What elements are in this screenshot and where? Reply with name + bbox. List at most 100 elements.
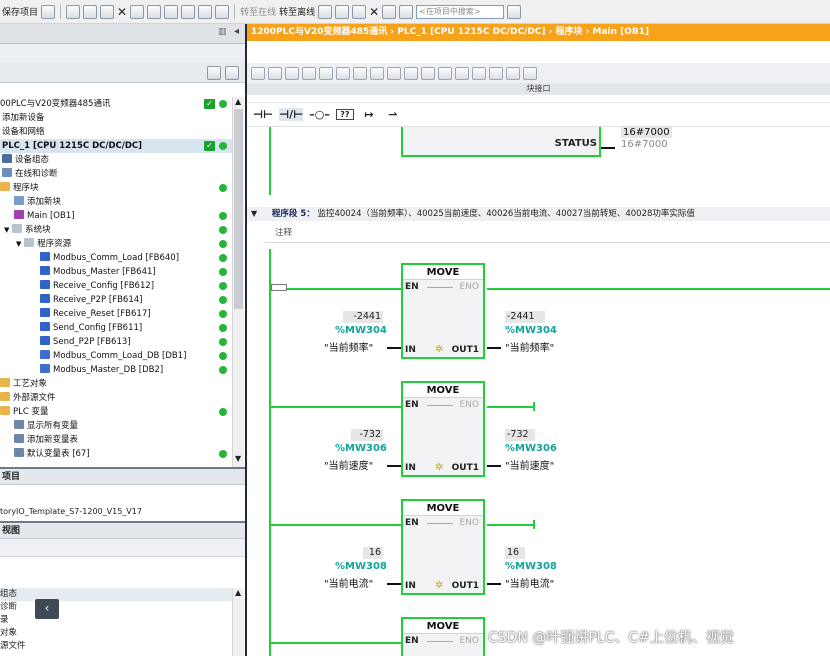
scroll-down-icon[interactable]: ▼	[235, 454, 241, 463]
split-vertical-icon[interactable]	[399, 4, 414, 19]
simulation-icon[interactable]	[215, 4, 230, 19]
chevron-down-icon[interactable]: ▼	[4, 226, 9, 234]
move-block-2[interactable]: MOVE EN ENO IN ✲ OUT1	[401, 381, 485, 477]
breakpoint-icon[interactable]	[489, 66, 503, 80]
stop-cpu-icon[interactable]	[352, 4, 367, 19]
start-cpu-icon[interactable]	[335, 4, 350, 19]
out-symbol[interactable]: "当前电流"	[505, 575, 554, 590]
move-block-4[interactable]: MOVE EN ENO	[401, 617, 485, 656]
split-horizontal-icon[interactable]	[382, 4, 397, 19]
delete-icon[interactable]: ✕	[117, 5, 127, 19]
accessible-devices-icon[interactable]	[318, 4, 333, 19]
network-5-header[interactable]: ▼ 程序段 5： 监控40024（当前频率）、40025当前速度、40026当前…	[247, 207, 830, 221]
toggle-comments-icon[interactable]	[404, 66, 418, 80]
tree-item-external-sources[interactable]: 外部源文件	[0, 391, 232, 405]
compare-icon[interactable]	[472, 66, 486, 80]
insert-network-icon[interactable]	[251, 66, 265, 80]
ladder-canvas[interactable]: STATUS 16#7000 16#7000 ▼ 程序段 5： 监控40024（…	[247, 127, 830, 656]
add-row-icon[interactable]	[302, 66, 316, 80]
overview-item[interactable]: 对象	[0, 627, 232, 640]
tree-item-project[interactable]: 00PLC与V20变频器485通讯 ✓	[0, 97, 232, 111]
save-project-button[interactable]: 保存项目	[2, 5, 38, 18]
paste-icon[interactable]	[100, 4, 115, 19]
delete-network-icon[interactable]	[268, 66, 282, 80]
close-all-networks-icon[interactable]	[353, 66, 367, 80]
tree-item-system-blocks[interactable]: ▼ 系统块	[0, 223, 232, 237]
upload-icon[interactable]	[198, 4, 213, 19]
details-view-header[interactable]: 项目	[0, 467, 245, 485]
open-all-networks-icon[interactable]	[336, 66, 350, 80]
close-icon[interactable]: ✕	[369, 5, 379, 19]
search-icon[interactable]	[507, 4, 522, 19]
cut-icon[interactable]	[66, 4, 81, 19]
tree-item-fb613[interactable]: Send_P2P [FB613]	[0, 335, 232, 349]
out-address[interactable]: %MW306	[505, 443, 557, 454]
empty-box-icon[interactable]: ??	[335, 109, 354, 120]
tree-item-fb611[interactable]: Send_Config [FB611]	[0, 321, 232, 335]
tree-item-db2[interactable]: Modbus_Master_DB [DB2]	[0, 363, 232, 377]
project-view-icon[interactable]	[207, 66, 221, 80]
tree-item-fb617[interactable]: Receive_Reset [FB617]	[0, 307, 232, 321]
pin-icon[interactable]: ▥	[218, 27, 227, 37]
normally-closed-contact-icon[interactable]: ⊣/⊢	[279, 108, 304, 121]
tree-item-show-all-tags[interactable]: 显示所有变量	[0, 419, 232, 433]
normally-open-contact-icon[interactable]: ⊣⊢	[253, 108, 273, 121]
overview-scrollbar[interactable]: ▲	[232, 588, 244, 656]
favorites-icon[interactable]	[387, 66, 401, 80]
network-comment[interactable]: 注释	[275, 226, 292, 238]
tree-item-db1[interactable]: Modbus_Comm_Load_DB [DB1]	[0, 349, 232, 363]
editor-breadcrumb[interactable]: 1200PLC与V20变频器485通讯 › PLC_1 [CPU 1215C D…	[247, 24, 830, 41]
out-symbol[interactable]: "当前速度"	[505, 457, 554, 472]
tree-item-add-block[interactable]: 添加新块	[0, 195, 232, 209]
insert-row-icon[interactable]	[285, 66, 299, 80]
in-symbol[interactable]: "当前频率"	[324, 339, 373, 354]
bookmark-icon[interactable]	[319, 66, 333, 80]
tree-item-main-ob1[interactable]: Main [OB1]	[0, 209, 232, 223]
tree-item-fb641[interactable]: Modbus_Master [FB641]	[0, 265, 232, 279]
chevron-down-icon[interactable]: ▼	[247, 209, 257, 218]
tree-item-plc-tags[interactable]: PLC 变量	[0, 405, 232, 419]
tree-options-icon[interactable]	[225, 66, 239, 80]
in-address[interactable]: %MW306	[335, 443, 387, 454]
in-symbol[interactable]: "当前电流"	[324, 575, 373, 590]
out-address[interactable]: %MW308	[505, 561, 557, 572]
tree-item-fb614[interactable]: Receive_P2P [FB614]	[0, 293, 232, 307]
move-block-1[interactable]: MOVE EN ENO IN ✲ OUT1	[401, 263, 485, 359]
redo-icon[interactable]	[147, 4, 162, 19]
monitoring-icon[interactable]	[438, 66, 452, 80]
tree-item-default-tag-table[interactable]: 默认变量表 [67]	[0, 447, 232, 461]
tree-item-fb640[interactable]: Modbus_Comm_Load [FB640]	[0, 251, 232, 265]
tree-item-program-blocks[interactable]: 程序块	[0, 181, 232, 195]
absolute-operands-icon[interactable]	[370, 66, 384, 80]
go-to-error-icon[interactable]	[421, 66, 435, 80]
tree-item-online-diagnostics[interactable]: 在线和诊断	[0, 167, 232, 181]
go-offline-button[interactable]: 转至离线	[279, 5, 315, 18]
tree-scrollbar[interactable]: ▲ ▼	[232, 97, 244, 467]
call-environment-icon[interactable]	[506, 66, 520, 80]
block-interface-bar[interactable]: 块接口	[247, 83, 830, 95]
in-address[interactable]: %MW308	[335, 561, 387, 572]
out-address[interactable]: %MW304	[505, 325, 557, 336]
project-search-input[interactable]: <在项目中搜索>	[416, 4, 505, 19]
in-symbol[interactable]: "当前速度"	[324, 457, 373, 472]
tree-item-plc[interactable]: PLC_1 [CPU 1215C DC/DC/DC] ✓	[0, 139, 232, 153]
open-branch-icon[interactable]: ↦	[360, 108, 378, 121]
overview-header[interactable]: 视图	[0, 521, 245, 539]
scroll-up-icon[interactable]: ▲	[235, 97, 241, 106]
out-symbol[interactable]: "当前频率"	[505, 339, 554, 354]
scroll-thumb[interactable]	[234, 109, 243, 309]
tree-item-program-resources[interactable]: ▼ 程序资源	[0, 237, 232, 251]
close-branch-icon[interactable]: ⇀	[384, 108, 402, 121]
tree-item-add-device[interactable]: 添加新设备	[0, 111, 232, 125]
collapse-arrow-icon[interactable]: ‹	[35, 599, 59, 619]
move-block-3[interactable]: MOVE EN ENO IN ✲ OUT1	[401, 499, 485, 595]
chevron-down-icon[interactable]: ▼	[16, 240, 21, 248]
tree-item-devices-networks[interactable]: 设备和网络	[0, 125, 232, 139]
coil-icon[interactable]: –○–	[309, 108, 330, 121]
copy-icon[interactable]	[83, 4, 98, 19]
scroll-up-icon[interactable]: ▲	[235, 588, 241, 597]
watch-icon[interactable]	[455, 66, 469, 80]
save-icon[interactable]	[41, 4, 56, 19]
tree-item-technology-objects[interactable]: 工艺对象	[0, 377, 232, 391]
go-online-button[interactable]: 转至在线	[240, 5, 276, 18]
